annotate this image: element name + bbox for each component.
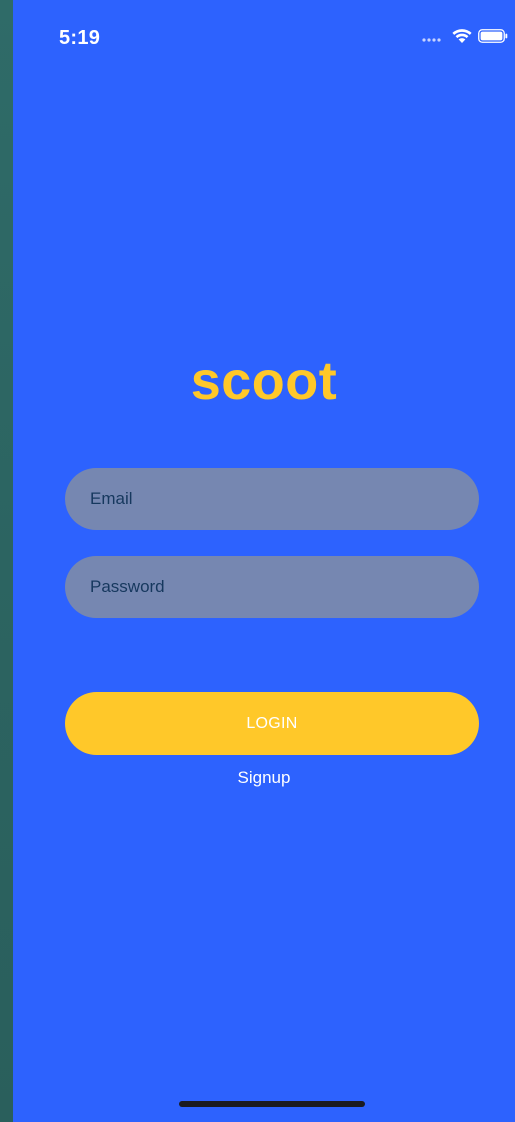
cellular-signal-icon (422, 38, 441, 42)
wifi-icon (452, 29, 472, 43)
app-screen: 5:19 scoot LOGIN Signup (13, 0, 515, 1122)
status-bar: 5:19 (13, 0, 515, 80)
login-button[interactable]: LOGIN (65, 692, 479, 755)
battery-icon (478, 29, 508, 43)
signup-link[interactable]: Signup (13, 768, 515, 788)
status-time: 5:19 (59, 27, 101, 49)
password-input[interactable] (65, 556, 479, 618)
home-indicator[interactable] (179, 1101, 365, 1107)
email-input[interactable] (65, 468, 479, 530)
app-logo: scoot (190, 351, 338, 411)
